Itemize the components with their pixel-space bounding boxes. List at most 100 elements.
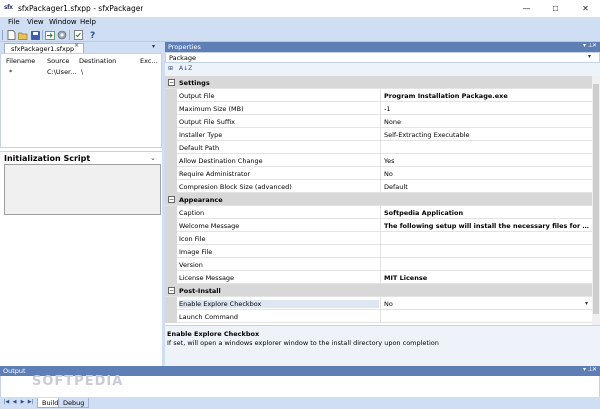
collapse-toggle-icon[interactable]: −	[168, 196, 175, 203]
column-divider[interactable]	[380, 232, 381, 245]
property-row[interactable]: Output File Suffix None	[165, 115, 592, 128]
first-tab-icon[interactable]: |◀	[3, 399, 10, 406]
categorized-icon[interactable]: ⊞	[168, 65, 173, 72]
column-divider[interactable]	[380, 115, 381, 128]
output-close-icon[interactable]: ✕	[592, 366, 597, 373]
row-gutter	[165, 128, 177, 141]
property-row[interactable]: Output File Program Installation Package.…	[165, 89, 592, 102]
file-list-table[interactable]: Filename Source Destination Exc... * C:\…	[0, 53, 162, 148]
menu-view[interactable]: View	[27, 18, 44, 26]
chevron-down-icon[interactable]: ⌄	[150, 154, 156, 162]
column-divider[interactable]	[380, 128, 381, 141]
column-divider[interactable]	[380, 310, 381, 323]
file-row-source[interactable]: C:\User...	[47, 68, 76, 76]
row-gutter	[165, 206, 177, 219]
category-post-install[interactable]: − Post-Install	[165, 284, 592, 297]
menu-help[interactable]: Help	[80, 18, 96, 26]
properties-title: Properties	[168, 43, 201, 51]
menu-file[interactable]: File	[8, 18, 20, 26]
property-row[interactable]: Image File	[165, 245, 592, 258]
column-divider[interactable]	[380, 180, 381, 193]
column-header-destination[interactable]: Destination	[79, 57, 116, 65]
close-button[interactable]: ✕	[571, 0, 600, 17]
document-tab-label: sfxPackager1.sfxpp	[11, 45, 75, 53]
property-value[interactable]: Self-Extracting Executable	[384, 131, 590, 139]
property-name: Require Administrator	[179, 170, 251, 178]
column-divider[interactable]	[380, 154, 381, 167]
last-tab-icon[interactable]: ▶|	[27, 399, 34, 406]
property-value[interactable]: The following setup will install the nec…	[384, 222, 590, 230]
toolbar-grip[interactable]	[2, 30, 3, 40]
collapse-toggle-icon[interactable]: −	[168, 287, 175, 294]
column-divider[interactable]	[380, 271, 381, 284]
property-value-text: MIT License	[384, 274, 428, 282]
properties-close-icon[interactable]: ✕	[592, 42, 597, 49]
document-tab[interactable]: sfxPackager1.sfxpp	[4, 43, 84, 53]
minimize-button[interactable]: —	[512, 0, 541, 17]
property-row[interactable]: Default Path	[165, 141, 592, 154]
file-row-filename[interactable]: *	[9, 68, 12, 76]
category-appearance[interactable]: − Appearance	[165, 193, 592, 206]
save-icon[interactable]	[30, 30, 40, 40]
property-name: Caption	[179, 209, 205, 217]
property-row[interactable]: Caption Softpedia Application	[165, 206, 592, 219]
maximize-button[interactable]: ☐	[541, 0, 570, 17]
column-divider[interactable]	[380, 141, 381, 154]
collapse-toggle-icon[interactable]: −	[168, 79, 175, 86]
property-row[interactable]: Icon File	[165, 232, 592, 245]
column-header-exclude[interactable]: Exc...	[140, 57, 158, 65]
property-value[interactable]: No ▾	[384, 300, 590, 308]
property-value[interactable]: Yes	[384, 157, 590, 165]
tab-debug[interactable]: Debug	[58, 398, 90, 408]
property-value[interactable]: Program Installation Package.exe	[384, 92, 590, 100]
property-value[interactable]: -1	[384, 105, 590, 113]
open-folder-icon[interactable]	[18, 30, 28, 40]
row-gutter	[165, 310, 177, 323]
property-row[interactable]: License Message MIT License	[165, 271, 592, 284]
column-divider[interactable]	[380, 258, 381, 271]
property-row[interactable]: Require Administrator No	[165, 167, 592, 180]
chevron-down-icon[interactable]: ▾	[585, 300, 588, 307]
init-script-editor[interactable]	[4, 164, 161, 215]
property-row[interactable]: Launch Command	[165, 310, 592, 323]
column-divider[interactable]	[380, 89, 381, 102]
checklist-icon[interactable]	[73, 30, 83, 40]
property-row[interactable]: Compresion Block Size (advanced) Default	[165, 180, 592, 193]
column-divider[interactable]	[380, 219, 381, 232]
category-settings[interactable]: − Settings	[165, 76, 592, 89]
column-divider[interactable]	[380, 297, 381, 310]
file-row-destination[interactable]: \	[81, 68, 83, 76]
property-name: Image File	[179, 248, 213, 256]
document-list-dropdown-icon[interactable]: ▾	[152, 43, 155, 50]
menu-window[interactable]: Window	[49, 18, 77, 26]
scrollbar-thumb[interactable]	[593, 84, 599, 314]
column-divider[interactable]	[380, 102, 381, 115]
column-divider[interactable]	[380, 245, 381, 258]
property-row[interactable]: Maximum Size (MB) -1	[165, 102, 592, 115]
column-header-source[interactable]: Source	[47, 57, 69, 65]
property-value[interactable]: Default	[384, 183, 590, 191]
property-row[interactable]: Version	[165, 258, 592, 271]
property-row[interactable]: Installer Type Self-Extracting Executable	[165, 128, 592, 141]
column-divider[interactable]	[380, 206, 381, 219]
column-header-filename[interactable]: Filename	[6, 57, 35, 65]
document-tab-close-icon[interactable]: ×	[74, 42, 79, 49]
property-value[interactable]: Softpedia Application	[384, 209, 590, 217]
property-row[interactable]: Enable Explore Checkbox No ▾	[165, 297, 592, 310]
prev-tab-icon[interactable]: ◀	[11, 399, 18, 406]
property-value[interactable]: None	[384, 118, 590, 126]
property-value[interactable]: No	[384, 170, 590, 178]
alphabetical-sort-icon[interactable]: A↓Z	[179, 65, 192, 72]
help-icon[interactable]: ?	[88, 30, 98, 40]
property-value[interactable]: MIT License	[384, 274, 590, 282]
import-icon[interactable]	[45, 30, 55, 40]
property-row[interactable]: Welcome Message The following setup will …	[165, 219, 592, 232]
build-icon[interactable]	[57, 30, 67, 40]
new-file-icon[interactable]	[6, 30, 16, 40]
property-grid-scrollbar[interactable]	[592, 76, 600, 325]
object-selector[interactable]: Package ▾	[165, 52, 600, 63]
column-divider[interactable]	[380, 167, 381, 180]
chevron-down-icon[interactable]: ▾	[588, 53, 591, 60]
next-tab-icon[interactable]: ▶	[19, 399, 26, 406]
property-row[interactable]: Allow Destination Change Yes	[165, 154, 592, 167]
